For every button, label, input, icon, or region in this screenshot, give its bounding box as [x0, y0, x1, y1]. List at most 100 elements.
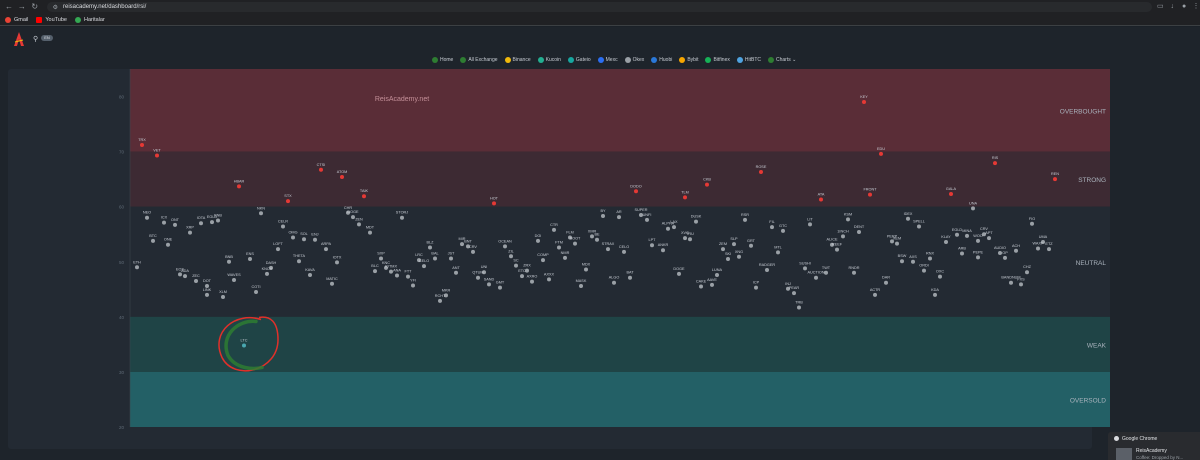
data-point — [1003, 255, 1007, 260]
zone-overbought — [130, 69, 1110, 152]
data-point-label: GALA — [946, 187, 957, 191]
data-point-label: RNX — [926, 251, 934, 255]
data-point — [1009, 280, 1013, 285]
data-point-label: AXRO — [527, 275, 538, 279]
data-point — [173, 222, 177, 227]
data-point-label: DOGE — [347, 210, 359, 214]
data-point-label: ANT — [452, 266, 460, 270]
data-point — [471, 249, 475, 254]
data-point-label: IDEX — [904, 212, 913, 216]
data-point-label: SAND — [484, 277, 495, 281]
data-point — [987, 236, 991, 241]
data-point-label: MKR — [442, 288, 451, 292]
data-point-label: REEF — [832, 243, 843, 247]
data-point-label: STRAX — [602, 242, 615, 246]
data-point — [672, 225, 676, 230]
data-point-label: HOT — [490, 196, 499, 200]
data-point-label: SPELL — [913, 220, 925, 224]
data-point — [873, 292, 877, 297]
zone-label: STRONG — [1078, 177, 1106, 184]
data-point-label: LAX — [670, 220, 678, 224]
data-point — [765, 268, 769, 273]
y-tick-label: 40 — [119, 315, 125, 320]
data-point-label: THETA — [293, 254, 306, 258]
data-point — [557, 245, 561, 250]
data-point — [563, 255, 567, 260]
data-point — [135, 265, 139, 270]
data-point — [400, 215, 404, 220]
data-point-label: TRB — [795, 300, 803, 304]
data-point-label: RCHT — [435, 294, 446, 298]
data-point — [857, 230, 861, 235]
data-point — [612, 280, 616, 285]
data-point-label: ZIL — [508, 249, 514, 253]
data-point-label: PEAR — [789, 286, 800, 290]
data-point-label: ETC — [518, 269, 526, 273]
data-point — [862, 100, 866, 105]
data-point-label: CELO — [619, 245, 629, 249]
data-point — [879, 151, 883, 156]
y-tick-label: 20 — [119, 425, 125, 430]
data-point-label: TLM — [681, 190, 689, 194]
data-point — [900, 259, 904, 264]
data-point-label: DUSK — [691, 215, 702, 219]
data-point-label: WOO — [973, 234, 983, 238]
data-point-label: MASK — [576, 279, 587, 283]
data-point-label: HBAR — [234, 179, 245, 183]
data-point-label: ZEN — [355, 217, 363, 221]
data-point — [922, 268, 926, 273]
data-point — [324, 247, 328, 252]
data-point — [210, 220, 214, 225]
data-point — [776, 250, 780, 255]
chrome-notification[interactable]: Google Chrome ReisAcademy Coffee: Droppe… — [1108, 432, 1200, 460]
data-point-label: TAIK — [360, 189, 369, 193]
data-point-label: REN — [1051, 172, 1059, 176]
rsi-heatmap-chart: OVERBOUGHT STRONG NEUTRAL WEAK OVERSOLD 20 30 4… — [119, 69, 1110, 430]
data-point — [688, 237, 692, 242]
data-point — [694, 219, 698, 224]
data-point — [726, 257, 730, 262]
data-point-label: FTT — [405, 270, 413, 274]
data-point-label: YFI — [410, 278, 416, 282]
data-point-label: DENT — [854, 225, 865, 229]
data-point-label: KNCH — [262, 267, 273, 271]
data-point-label: ARB — [958, 247, 966, 251]
data-point — [590, 234, 594, 239]
data-point-label: BLC — [371, 264, 379, 268]
data-point-label: RSR — [741, 213, 749, 217]
data-point — [617, 215, 621, 220]
data-point-label: TWT — [822, 266, 831, 270]
notification-title: ReisAcademy — [1136, 448, 1167, 454]
data-point-label: LINK — [203, 288, 212, 292]
data-point-label: UMA — [1039, 235, 1048, 239]
data-point — [547, 277, 551, 282]
data-point-label: AXS — [909, 255, 917, 259]
data-point-label: BAT — [626, 271, 634, 275]
data-point — [732, 242, 736, 247]
notification-app: Google Chrome — [1122, 436, 1158, 442]
data-point-label: KSM — [844, 212, 852, 216]
data-point — [1053, 177, 1057, 182]
data-point — [254, 290, 258, 295]
data-point-label: OXC — [936, 270, 944, 274]
notification-thumbnail — [1116, 448, 1132, 460]
data-point-label: GMT — [496, 281, 505, 285]
data-point — [265, 271, 269, 276]
y-tick-label: 70 — [119, 150, 125, 155]
data-point-label: AR — [616, 210, 622, 214]
data-point-label: AAVE — [707, 278, 717, 282]
data-point-label: AUCTION — [807, 271, 824, 275]
data-point-label: CTR — [550, 223, 558, 227]
data-point — [155, 153, 159, 158]
data-point-label: STORJ — [396, 211, 408, 215]
data-point-label: VET — [153, 148, 161, 152]
data-point — [520, 274, 524, 279]
data-point — [819, 197, 823, 202]
data-point-label: ZEC — [192, 274, 200, 278]
data-point-label: ICX — [161, 216, 168, 220]
data-point-label: ETZ — [1045, 242, 1053, 246]
data-point-label: FIL — [769, 220, 775, 224]
data-point-label: IOTX — [333, 255, 342, 259]
zone-strong — [130, 151, 1110, 207]
data-point — [1047, 247, 1051, 252]
